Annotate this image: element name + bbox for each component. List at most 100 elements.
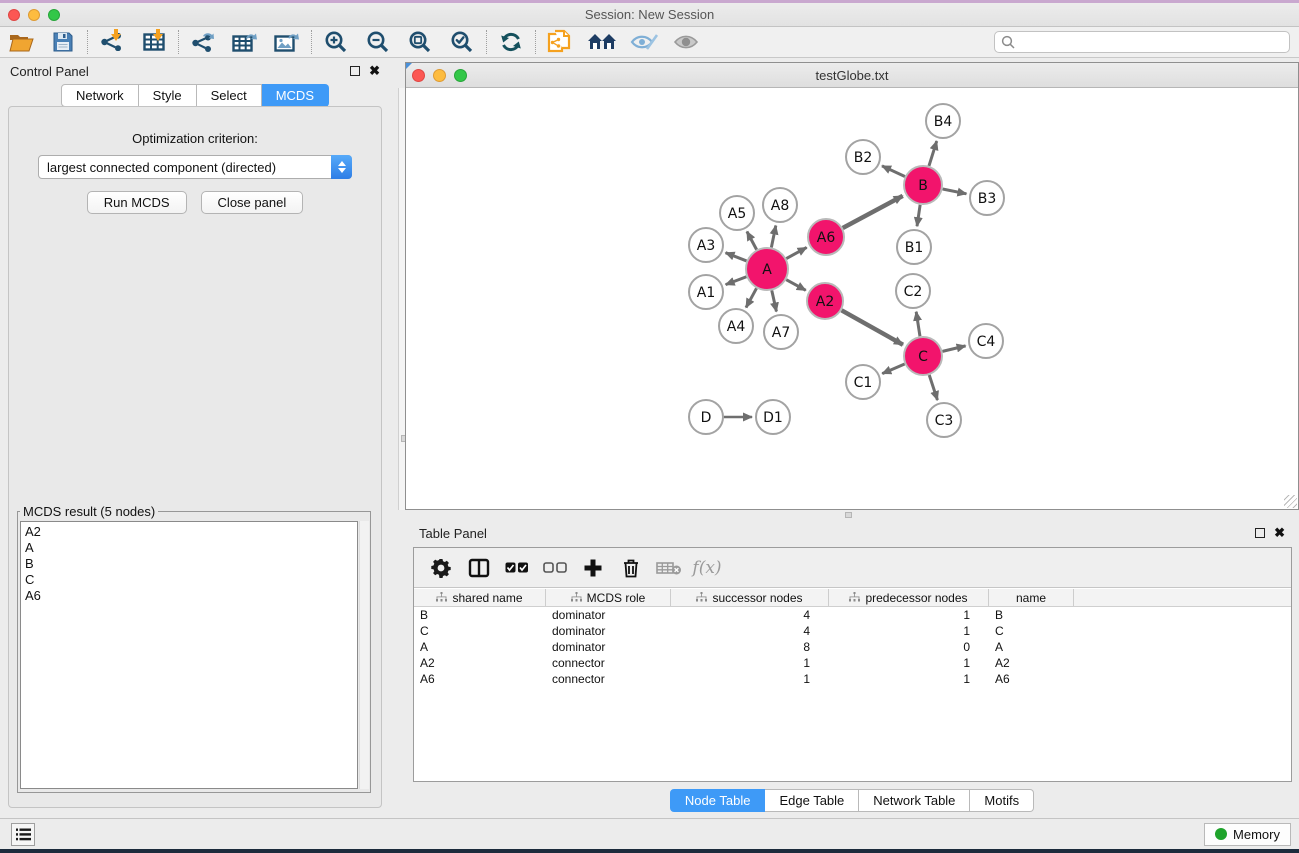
table-row[interactable]: Adominator80A <box>414 639 1291 655</box>
close-panel-icon[interactable]: ✖ <box>369 66 380 76</box>
edge-B-B3[interactable] <box>943 189 967 194</box>
graph-node-B1[interactable]: B1 <box>897 230 931 264</box>
table-row[interactable]: Bdominator41B <box>414 607 1291 623</box>
graph-node-C[interactable]: C <box>904 337 942 375</box>
graph-node-D[interactable]: D <box>689 400 723 434</box>
select-all-checkboxes-button[interactable] <box>498 552 536 584</box>
edge-C-C1[interactable] <box>882 364 904 374</box>
column-header-name[interactable]: name <box>989 589 1074 606</box>
graph-node-A4[interactable]: A4 <box>719 309 753 343</box>
export-table-button[interactable] <box>224 28 266 56</box>
graph-node-A3[interactable]: A3 <box>689 228 723 262</box>
edge-A-A5[interactable] <box>747 232 757 250</box>
export-image-button[interactable] <box>266 28 308 56</box>
graph-node-A[interactable]: A <box>746 248 788 290</box>
result-list-scrollbar[interactable] <box>359 521 369 789</box>
edge-A-A8[interactable] <box>771 226 775 248</box>
edge-B-B1[interactable] <box>917 205 920 226</box>
show-columns-button[interactable] <box>460 552 498 584</box>
memory-button[interactable]: Memory <box>1204 823 1291 846</box>
window-resize-grip[interactable] <box>1284 495 1297 508</box>
graph-node-B[interactable]: B <box>904 166 942 204</box>
zoom-out-button[interactable] <box>357 28 399 56</box>
zoom-selected-button[interactable] <box>441 28 483 56</box>
new-network-from-selection-button[interactable] <box>539 28 581 56</box>
tab-network-table[interactable]: Network Table <box>859 789 970 812</box>
tab-node-table[interactable]: Node Table <box>670 789 766 812</box>
tab-mcds[interactable]: MCDS <box>262 84 329 107</box>
tab-edge-table[interactable]: Edge Table <box>765 789 859 812</box>
float-panel-icon[interactable] <box>350 66 360 76</box>
edge-B-B2[interactable] <box>882 166 905 177</box>
column-header-predecessor-nodes[interactable]: predecessor nodes <box>829 589 989 606</box>
graph-node-B3[interactable]: B3 <box>970 181 1004 215</box>
zoom-in-button[interactable] <box>315 28 357 56</box>
tab-select[interactable]: Select <box>197 84 262 107</box>
edge-C-C3[interactable] <box>929 375 937 400</box>
edge-A-A6[interactable] <box>786 247 806 258</box>
column-header-successor-nodes[interactable]: successor nodes <box>671 589 829 606</box>
graph-node-C2[interactable]: C2 <box>896 274 930 308</box>
column-header-MCDS-role[interactable]: MCDS role <box>546 589 671 606</box>
splitter-grip[interactable] <box>845 512 852 518</box>
graph-node-A2[interactable]: A2 <box>807 283 843 319</box>
global-search-field[interactable] <box>994 31 1290 53</box>
result-list-item[interactable]: B <box>25 556 353 572</box>
float-panel-icon[interactable] <box>1255 528 1265 538</box>
import-table-button[interactable] <box>133 28 175 56</box>
task-history-button[interactable] <box>11 823 35 846</box>
column-header-shared-name[interactable]: shared name <box>414 589 546 606</box>
show-eye-button[interactable] <box>665 28 707 56</box>
table-row[interactable]: Cdominator41C <box>414 623 1291 639</box>
network-graph[interactable]: B4B2BB3A8A5A6A3B1AA1C2A2A4A7C4CC1C3DD1 <box>406 88 1298 509</box>
run-mcds-button[interactable]: Run MCDS <box>87 191 187 214</box>
graph-node-A7[interactable]: A7 <box>764 315 798 349</box>
delete-table-button[interactable] <box>650 552 688 584</box>
close-panel-icon[interactable]: ✖ <box>1274 528 1285 538</box>
deselect-all-checkboxes-button[interactable] <box>536 552 574 584</box>
edge-A-A7[interactable] <box>772 290 777 311</box>
tab-style[interactable]: Style <box>139 84 197 107</box>
horizontal-splitter[interactable] <box>405 510 1299 521</box>
home-pages-button[interactable] <box>581 28 623 56</box>
edge-B-B4[interactable] <box>929 141 937 166</box>
refresh-button[interactable] <box>490 28 532 56</box>
edge-A-A1[interactable] <box>726 277 747 285</box>
graph-node-A6[interactable]: A6 <box>808 219 844 255</box>
close-panel-button[interactable]: Close panel <box>201 191 304 214</box>
edge-A-A3[interactable] <box>726 253 747 261</box>
tab-network[interactable]: Network <box>61 84 139 107</box>
graph-node-A5[interactable]: A5 <box>720 196 754 230</box>
open-session-button[interactable] <box>0 28 42 56</box>
hide-selected-button[interactable] <box>623 28 665 56</box>
mcds-result-list[interactable]: A2ABCA6 <box>20 521 358 789</box>
graph-node-A1[interactable]: A1 <box>689 275 723 309</box>
tab-motifs[interactable]: Motifs <box>970 789 1034 812</box>
result-list-item[interactable]: A2 <box>25 524 353 540</box>
edge-A-A2[interactable] <box>786 280 805 291</box>
table-row[interactable]: A2connector11A2 <box>414 655 1291 671</box>
graph-node-B4[interactable]: B4 <box>926 104 960 138</box>
graph-node-C4[interactable]: C4 <box>969 324 1003 358</box>
edge-A-A4[interactable] <box>746 288 756 307</box>
edge-A6-B[interactable] <box>843 196 903 228</box>
network-canvas[interactable]: B4B2BB3A8A5A6A3B1AA1C2A2A4A7C4CC1C3DD1 <box>406 88 1298 509</box>
graph-node-A8[interactable]: A8 <box>763 188 797 222</box>
edge-A2-C[interactable] <box>842 310 903 344</box>
edge-C-C2[interactable] <box>916 312 920 336</box>
graph-node-C1[interactable]: C1 <box>846 365 880 399</box>
export-network-button[interactable] <box>182 28 224 56</box>
save-session-button[interactable] <box>42 28 84 56</box>
graph-node-B2[interactable]: B2 <box>846 140 880 174</box>
zoom-fit-button[interactable] <box>399 28 441 56</box>
table-settings-button[interactable] <box>422 552 460 584</box>
table-row[interactable]: A6connector11A6 <box>414 671 1291 687</box>
import-network-button[interactable] <box>91 28 133 56</box>
function-builder-button[interactable]: f(x) <box>688 552 726 584</box>
search-input[interactable] <box>1020 35 1283 49</box>
network-window-titlebar[interactable]: testGlobe.txt <box>406 63 1298 88</box>
result-list-item[interactable]: C <box>25 572 353 588</box>
graph-node-D1[interactable]: D1 <box>756 400 790 434</box>
result-list-item[interactable]: A <box>25 540 353 556</box>
add-column-button[interactable] <box>574 552 612 584</box>
